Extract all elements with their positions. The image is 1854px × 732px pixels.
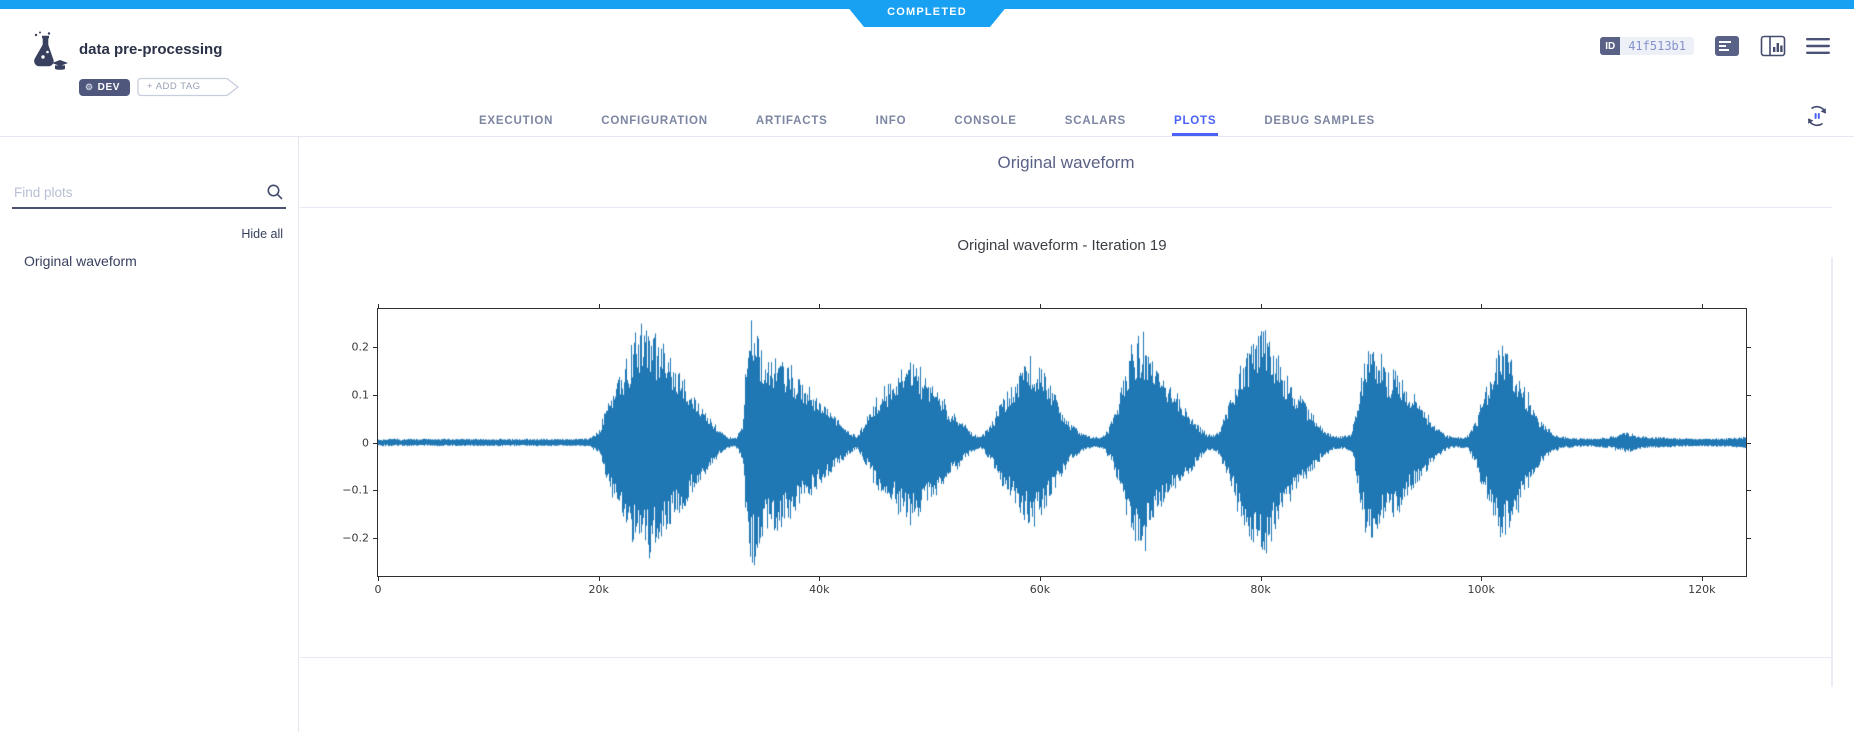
chart-plot-area[interactable]: 020k40k60k80k100k120k0.20.10−0.1−0.2 <box>377 308 1747 577</box>
plot-list-item[interactable]: Original waveform <box>0 245 298 277</box>
tick-mark <box>1261 576 1262 581</box>
tick-mark <box>1746 490 1751 491</box>
id-label: ID <box>1600 37 1620 55</box>
tick-mark <box>1040 304 1041 309</box>
tick-mark <box>1746 395 1751 396</box>
tab-bar: EXECUTION CONFIGURATION ARTIFACTS INFO C… <box>0 105 1854 136</box>
tick-mark <box>373 395 378 396</box>
plot-search <box>12 181 286 209</box>
x-tick-label: 120k <box>1688 583 1715 596</box>
tick-mark <box>1702 576 1703 581</box>
x-tick-label: 0 <box>375 583 382 596</box>
tick-mark <box>1261 304 1262 309</box>
tick-mark <box>1481 576 1482 581</box>
tick-mark <box>819 576 820 581</box>
tick-mark <box>373 443 378 444</box>
side-panel-chart-icon[interactable] <box>1760 35 1786 57</box>
tag-dev-label: DEV <box>98 82 120 93</box>
tag-dev[interactable]: ⚙ DEV <box>79 79 130 96</box>
plots-main: Original waveform Original waveform - It… <box>300 137 1854 732</box>
task-title[interactable]: data pre-processing <box>79 41 222 58</box>
header: data pre-processing ⚙ DEV + ADD TAG ID 4… <box>0 9 1854 137</box>
tab-console[interactable]: CONSOLE <box>952 105 1018 136</box>
tags-row: ⚙ DEV + ADD TAG <box>79 77 241 97</box>
gear-icon: ⚙ <box>85 83 94 92</box>
search-input[interactable] <box>12 181 286 209</box>
tick-mark <box>1481 304 1482 309</box>
plot-list: Original waveform <box>0 245 298 277</box>
x-tick-label: 20k <box>588 583 608 596</box>
add-tag-button[interactable]: + ADD TAG <box>137 77 241 97</box>
tick-mark <box>373 490 378 491</box>
auto-refresh-icon[interactable] <box>1802 101 1832 131</box>
tab-debug-samples[interactable]: DEBUG SAMPLES <box>1262 105 1377 136</box>
details-panel-icon[interactable] <box>1714 35 1740 57</box>
divider-bottom <box>300 657 1832 658</box>
y-tick-label: 0.2 <box>352 341 370 354</box>
x-tick-label: 100k <box>1468 583 1495 596</box>
tick-mark <box>378 304 379 309</box>
plot-group-title: Original waveform <box>300 153 1832 173</box>
status-ribbon: COMPLETED <box>842 0 1012 27</box>
menu-icon[interactable] <box>1806 37 1830 55</box>
x-tick-label: 80k <box>1250 583 1270 596</box>
tab-artifacts[interactable]: ARTIFACTS <box>754 105 830 136</box>
tick-mark <box>1702 304 1703 309</box>
tab-scalars[interactable]: SCALARS <box>1063 105 1128 136</box>
task-id-badge[interactable]: ID 41f513b1 <box>1600 37 1694 55</box>
tick-mark <box>1746 347 1751 348</box>
plot-title: Original waveform - Iteration 19 <box>377 237 1747 254</box>
y-tick-label: −0.1 <box>342 484 369 497</box>
tab-execution[interactable]: EXECUTION <box>477 105 555 136</box>
tick-mark <box>599 304 600 309</box>
tick-mark <box>1746 538 1751 539</box>
header-actions: ID 41f513b1 <box>1600 35 1830 57</box>
tab-plots[interactable]: PLOTS <box>1172 105 1218 136</box>
divider-top <box>300 207 1832 208</box>
add-tag-label: + ADD TAG <box>147 81 201 92</box>
hide-all-link[interactable]: Hide all <box>241 227 283 241</box>
tick-mark <box>373 347 378 348</box>
tick-mark <box>599 576 600 581</box>
tick-mark <box>373 538 378 539</box>
y-tick-label: 0 <box>362 436 369 449</box>
tab-info[interactable]: INFO <box>874 105 909 136</box>
tab-configuration[interactable]: CONFIGURATION <box>599 105 710 136</box>
search-icon <box>266 183 284 201</box>
status-ribbon-label: COMPLETED <box>887 6 967 18</box>
tick-mark <box>378 576 379 581</box>
tick-mark <box>1040 576 1041 581</box>
y-tick-label: −0.2 <box>342 531 369 544</box>
y-tick-label: 0.1 <box>352 388 370 401</box>
plots-sidebar: Hide all Original waveform <box>0 137 299 732</box>
tick-mark <box>1746 443 1751 444</box>
x-tick-label: 40k <box>809 583 829 596</box>
scrollbar-track[interactable] <box>1831 257 1833 687</box>
x-tick-label: 60k <box>1030 583 1050 596</box>
waveform-canvas[interactable] <box>378 309 1746 576</box>
tick-mark <box>819 304 820 309</box>
id-value: 41f513b1 <box>1620 37 1694 55</box>
experiment-type-icon <box>22 29 70 77</box>
